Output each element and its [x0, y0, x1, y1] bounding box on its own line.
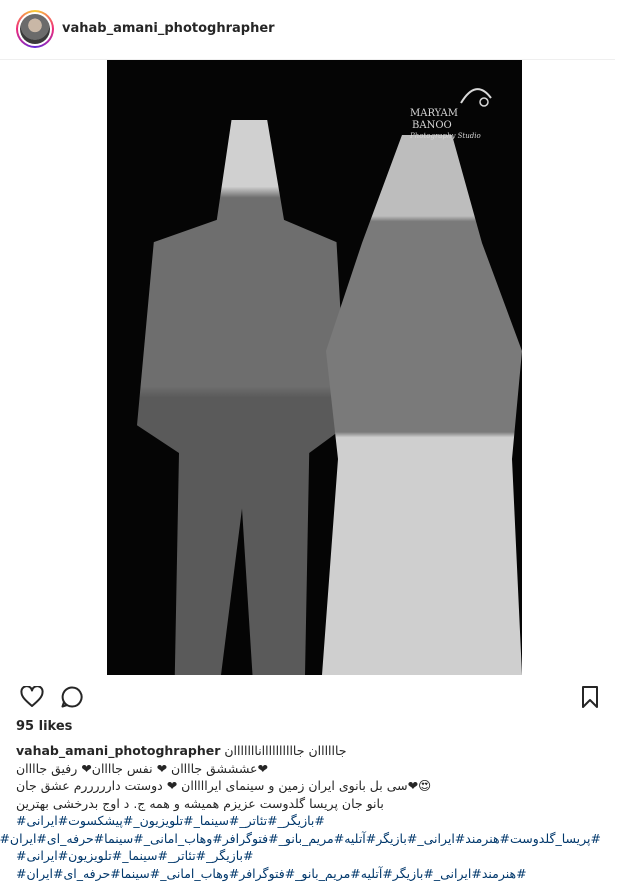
watermark-logo-icon: [460, 88, 492, 107]
caption-hashtags-2[interactable]: #پریسا_گلدوست#هنرمند#ایرانی_#بازیگر#آتلی…: [0, 830, 601, 848]
caption-username[interactable]: vahab_amani_photoghrapher: [16, 743, 220, 758]
likes-count[interactable]: 95 likes: [16, 719, 72, 734]
caption-hashtags-3[interactable]: #بازیگر_#تئاتر_#سینما_#تلویزیون#ایرانی#: [16, 847, 601, 865]
heart-icon[interactable]: [18, 683, 46, 711]
caption-hashtags-1[interactable]: #بازیگر_#تئاتر_#سینما_#تلویزیون_#پیشکسوت…: [16, 812, 601, 830]
post-media[interactable]: MARYAM BANOO Photography Studio: [0, 60, 615, 675]
post-username[interactable]: vahab_amani_photoghrapher: [62, 21, 275, 36]
photo-subject-woman: [322, 135, 522, 675]
avatar-border: [18, 12, 52, 46]
watermark-top: MARYAM: [410, 108, 458, 119]
post-photo[interactable]: MARYAM BANOO Photography Studio: [107, 60, 522, 675]
caption-line-2: ❤عشششق جاااان ❤ نفس جاااان❤ رفیق جاااان: [16, 760, 268, 776]
bookmark-icon[interactable]: [576, 683, 604, 711]
watermark-middle: BANOO: [412, 120, 452, 131]
post-actions: [0, 683, 615, 713]
comment-icon[interactable]: [58, 683, 86, 711]
caption-line-3: 😍❤سی بل بانوی ایران زمین و سینمای ایرااا…: [16, 778, 432, 793]
watermark-bottom: Photography Studio: [410, 132, 481, 140]
caption-hashtags-4[interactable]: #هنرمند#ایرانی_#بازیگر#آتلیه#مریم_بانو_#…: [16, 865, 601, 883]
avatar[interactable]: [16, 10, 54, 48]
caption-line-4: بانو جان پریسا گلدوست عزیزم همیشه و همه …: [16, 795, 384, 811]
studio-watermark: MARYAM BANOO Photography Studio: [410, 78, 500, 140]
caption-line-1: vahab_amani_photoghrapher جاااااان جاااا…: [16, 742, 601, 760]
photo-subject-man: [137, 120, 347, 675]
caption-text: جاااااان جاااااااااانااااااان: [224, 743, 347, 758]
post-caption: vahab_amani_photoghrapher جاااااان جاااا…: [0, 742, 601, 883]
avatar-photo: [20, 14, 50, 44]
post-header: vahab_amani_photoghrapher: [0, 0, 615, 60]
